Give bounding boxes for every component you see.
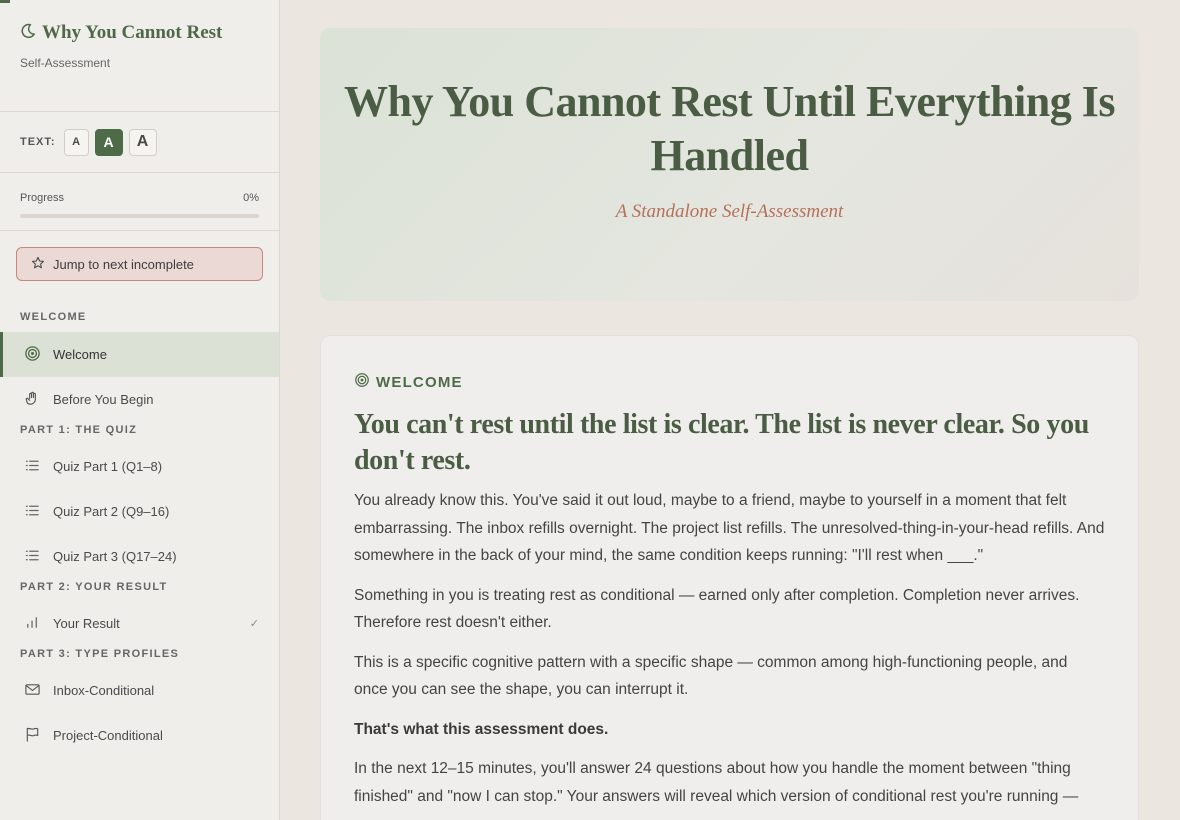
progress-value: 0% — [243, 192, 259, 204]
card-label: WELCOME — [354, 372, 1105, 393]
list-icon — [24, 547, 41, 567]
sidebar-item-inbox-conditional[interactable]: Inbox-Conditional — [0, 668, 279, 713]
sidebar-item-label: Your Result — [53, 616, 120, 631]
sidebar-item-label: Welcome — [53, 347, 107, 362]
card-paragraph: This is a specific cognitive pattern wit… — [354, 653, 1068, 699]
jump-label: Jump to next incomplete — [53, 256, 194, 272]
card-paragraph: You already know this. You've said it ou… — [354, 492, 1105, 564]
sidebar-item-your-result[interactable]: Your Result ✓ — [0, 601, 279, 646]
hero-banner: Why You Cannot Rest Until Everything Is … — [320, 28, 1139, 301]
card-heading: You can't rest until the list is clear. … — [354, 409, 1089, 476]
nav-section-part-2: PART 2: YOUR RESULT — [20, 581, 168, 593]
brand: Why You Cannot Rest Self-Assessment — [0, 0, 279, 112]
mail-icon — [24, 681, 41, 701]
sidebar-item-label: Quiz Part 3 (Q17–24) — [53, 549, 177, 564]
hand-icon — [24, 390, 41, 410]
brand-subtitle: Self-Assessment — [20, 56, 111, 70]
sidebar-item-label: Inbox-Conditional — [53, 683, 155, 698]
nav-section-part-1: PART 1: THE QUIZ — [20, 424, 138, 436]
sidebar-item-before-you-begin[interactable]: Before You Begin — [0, 377, 279, 422]
jump-to-next-incomplete-button[interactable]: Jump to next incomplete — [16, 247, 263, 281]
list-icon — [24, 502, 41, 522]
nav-section-welcome: WELCOME — [20, 311, 87, 323]
sidebar-item-label: Project-Conditional — [53, 728, 163, 743]
flag-icon — [24, 726, 41, 746]
welcome-card: WELCOME You can't rest until the list is… — [320, 335, 1139, 820]
progress: Progress 0% — [0, 173, 279, 231]
star-icon — [31, 256, 45, 273]
sidebar-item-welcome[interactable]: Welcome — [0, 332, 279, 377]
page-title: Why You Cannot Rest Until Everything Is … — [344, 77, 1115, 180]
bar-chart-icon — [24, 614, 41, 634]
sidebar-item-quiz-part-1[interactable]: Quiz Part 1 (Q1–8) — [0, 444, 279, 489]
corner-accent — [0, 0, 10, 3]
moon-icon — [20, 23, 36, 44]
card-paragraph: Something in you is treating rest as con… — [354, 586, 1080, 632]
text-size-control: TEXT: A A A — [0, 112, 279, 173]
progress-label: Progress — [20, 192, 65, 204]
progress-bar — [20, 214, 259, 218]
sidebar-item-project-conditional[interactable]: Project-Conditional — [0, 713, 279, 758]
text-size-label: TEXT: — [20, 136, 56, 148]
sidebar-item-label: Before You Begin — [53, 392, 154, 407]
check-icon: ✓ — [249, 618, 259, 630]
nav-section-part-3: PART 3: TYPE PROFILES — [20, 648, 180, 660]
target-icon — [354, 372, 370, 393]
sidebar-item-quiz-part-2[interactable]: Quiz Part 2 (Q9–16) — [0, 489, 279, 534]
sidebar-item-label: Quiz Part 2 (Q9–16) — [53, 504, 170, 519]
sidebar-item-label: Quiz Part 1 (Q1–8) — [53, 459, 163, 474]
sidebar-item-quiz-part-3[interactable]: Quiz Part 3 (Q17–24) — [0, 534, 279, 579]
card-paragraph-strong: That's what this assessment does. — [354, 720, 609, 738]
card-paragraph: In the next 12–15 minutes, you'll answer… — [354, 760, 1079, 805]
text-size-large-button[interactable]: A — [128, 128, 157, 156]
text-size-medium-button[interactable]: A — [94, 128, 123, 156]
brand-title[interactable]: Why You Cannot Rest — [42, 22, 222, 44]
sidebar: Why You Cannot Rest Self-Assessment TEXT… — [0, 0, 280, 820]
list-icon — [24, 457, 41, 477]
text-size-small-button[interactable]: A — [63, 128, 89, 156]
card-label-text: WELCOME — [376, 374, 463, 391]
page-subtitle: A Standalone Self-Assessment — [615, 201, 844, 222]
target-icon — [24, 345, 41, 365]
main-content: Why You Cannot Rest Until Everything Is … — [280, 0, 1180, 820]
